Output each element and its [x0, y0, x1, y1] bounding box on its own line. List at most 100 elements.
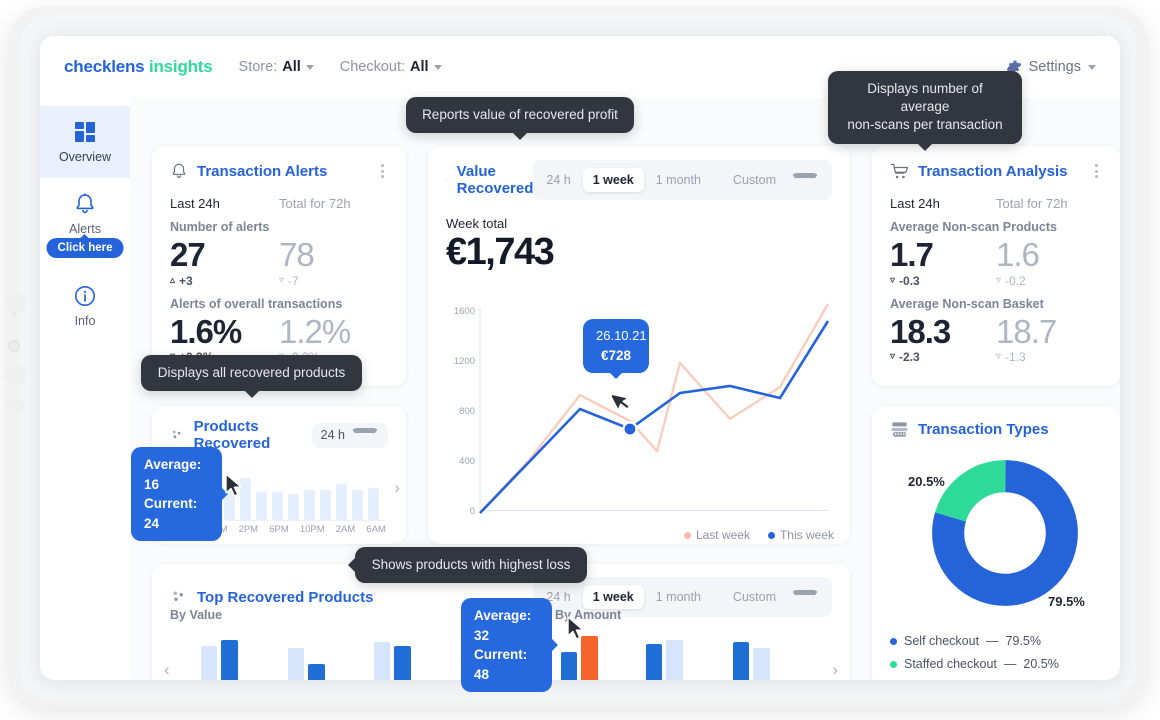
bar[interactable]: [336, 484, 347, 520]
card-header: Transaction Alerts: [152, 146, 406, 188]
metric-delta: ▿ -7: [279, 274, 388, 288]
range-picker[interactable]: 24 h 1 week 1 month Custom: [533, 160, 832, 200]
range-option-1month[interactable]: 1 month: [646, 585, 711, 609]
sidebar-item-label: Overview: [58, 150, 112, 164]
store-filter-label: Store:: [238, 59, 278, 75]
bar[interactable]: [320, 490, 331, 520]
tooltip-line-2: non-scans per transaction: [847, 117, 1003, 133]
range-option-custom[interactable]: Custom: [713, 163, 829, 197]
prev-page-button[interactable]: ‹: [164, 660, 170, 680]
checkout-filter-label: Checkout:: [339, 59, 406, 75]
tooltip-average: Average: 16: [144, 457, 202, 492]
cart-icon: [890, 163, 909, 178]
chevron-down-icon: ▿: [279, 274, 285, 286]
bar-current[interactable]: [394, 646, 411, 680]
total-block: Week total €1,743: [428, 206, 850, 275]
transaction-alerts-card: Transaction Alerts Last 24h Total for 72…: [152, 146, 406, 386]
tablet-button-mid: [4, 364, 26, 386]
legend-item-this-week[interactable]: This week: [767, 528, 834, 542]
sidebar-item-info[interactable]: Info: [40, 270, 130, 342]
range-option-24h[interactable]: 24 h: [536, 168, 580, 192]
bar-average[interactable]: [666, 640, 683, 680]
range-option-1week[interactable]: 1 week: [582, 585, 644, 609]
range-picker[interactable]: 24 h: [311, 422, 388, 448]
app-logo[interactable]: checklens insights: [64, 57, 213, 77]
tablet-pinhole: [12, 312, 16, 316]
card-title: Transaction Types: [918, 421, 1049, 438]
range-value: 24 h: [320, 428, 345, 442]
bar-current[interactable]: [221, 640, 238, 680]
bar-current[interactable]: [733, 642, 749, 680]
transaction-types-donut[interactable]: [930, 458, 1080, 608]
bar-average[interactable]: [288, 648, 304, 680]
sidebar-item-alerts[interactable]: Alerts Click here: [40, 178, 130, 258]
bar[interactable]: [352, 490, 363, 520]
chevron-down-icon: ▿: [890, 274, 896, 286]
bar[interactable]: [288, 494, 299, 520]
cursor-pointer-top-recovered: [567, 616, 584, 640]
tooltip-transaction-analysis: Displays number of average non-scans per…: [828, 71, 1022, 151]
sidebar-item-overview[interactable]: Overview: [40, 106, 130, 178]
svg-text:800: 800: [459, 406, 475, 417]
x-tick: 10PM: [299, 524, 325, 535]
metric-delta: ▿ -0.2: [996, 274, 1102, 288]
card-header: Value Recovered 24 h 1 week 1 month Cust…: [428, 146, 850, 206]
legend-item-last-week[interactable]: Last week: [683, 528, 750, 542]
dollar-icon: [446, 179, 448, 181]
legend-swatch: [767, 532, 775, 539]
bar-average[interactable]: [753, 648, 770, 680]
metric-delta-value: -1.3: [1005, 350, 1026, 365]
metric-delta: ▿ -0.3: [890, 274, 996, 288]
donut-slice-staffed-checkout[interactable]: [932, 460, 1078, 606]
total-value: €1,743: [446, 231, 555, 273]
legend-item-self-checkout[interactable]: Self checkout — 79.5%: [890, 634, 1059, 648]
range-option-1month[interactable]: 1 month: [646, 168, 711, 192]
card-menu-button[interactable]: [1091, 160, 1102, 182]
checkout-filter[interactable]: Checkout: All: [340, 59, 442, 75]
metric-value: 18.3: [890, 312, 951, 350]
metric-value: 1.6%: [170, 312, 242, 350]
settings-menu[interactable]: Settings: [1006, 59, 1096, 75]
click-here-badge[interactable]: Click here: [46, 238, 124, 258]
cursor-pointer-chart: [612, 392, 631, 412]
logo-part-1: checklens: [64, 57, 145, 76]
transaction-types-card: Transaction Types 20.5% 79.5% Self check…: [872, 406, 1120, 680]
bar[interactable]: [272, 492, 283, 520]
bar-average[interactable]: [201, 646, 217, 680]
metric-group-basket: 18.3 ▿ -2.3 18.7 ▿ -1.3: [872, 312, 1120, 365]
metric-value: 1.6: [996, 236, 1040, 273]
tooltip-value-recovered: Reports value of recovered profit: [406, 97, 634, 141]
sidebar-item-label: Info: [74, 314, 96, 328]
bar-current[interactable]: [561, 652, 577, 680]
chart-legend: Last week This week: [683, 528, 834, 542]
chevron-down-icon: [433, 64, 442, 70]
metric-delta-value: -2.3: [899, 350, 920, 365]
range-option-custom[interactable]: Custom: [713, 580, 829, 614]
metric-group-label: Average Non-scan Products: [890, 220, 1057, 234]
next-page-button[interactable]: ›: [832, 660, 838, 680]
bar[interactable]: [304, 490, 315, 520]
bar-current[interactable]: [646, 644, 662, 680]
chevron-down-icon: [791, 172, 819, 188]
store-filter[interactable]: Store: All: [239, 59, 314, 75]
metric-right: 1.6 ▿ -0.2: [996, 237, 1102, 288]
bar[interactable]: [256, 492, 267, 520]
products-recovered-tooltip: Average: 16 Current: 24: [131, 447, 228, 542]
legend-item-staffed-checkout[interactable]: Staffed checkout — 20.5%: [890, 657, 1059, 671]
bar-current[interactable]: [308, 664, 325, 680]
sidebar: Overview Alerts Click here Info: [40, 98, 130, 680]
metric-delta: ▿ -1.3: [996, 350, 1102, 364]
donut-label-self: 79.5%: [1048, 594, 1085, 609]
metric-delta-value: -0.2: [1005, 273, 1026, 288]
tablet-button-top: [4, 292, 26, 314]
card-header: Transaction Types: [872, 406, 1120, 445]
next-page-button[interactable]: ›: [394, 478, 400, 498]
bar[interactable]: [368, 488, 379, 520]
range-option-1week[interactable]: 1 week: [582, 168, 644, 192]
data-point-marker[interactable]: [622, 421, 638, 437]
card-menu-button[interactable]: [377, 160, 388, 182]
bar-average[interactable]: [374, 642, 390, 680]
tooltip-current: Current: 48: [474, 647, 528, 682]
x-tick: 6AM: [366, 524, 386, 535]
chevron-down-icon: [351, 427, 379, 443]
